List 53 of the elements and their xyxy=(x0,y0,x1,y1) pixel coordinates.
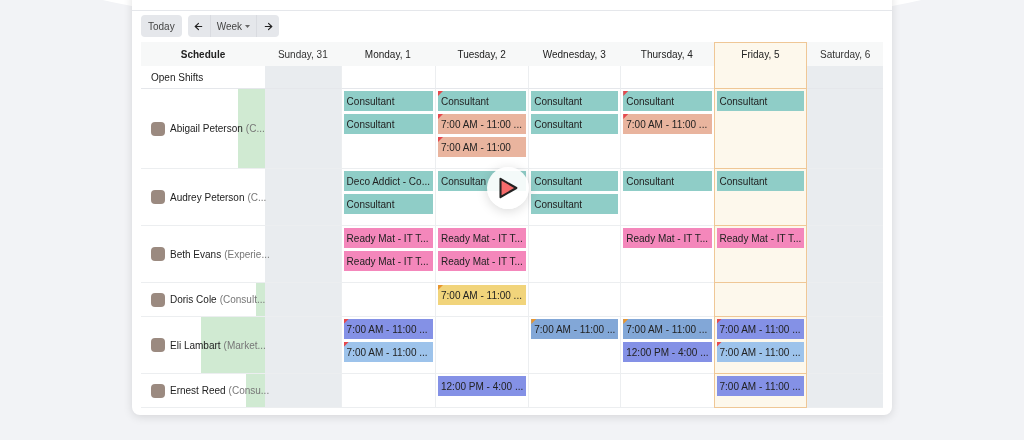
employee-role: (Consu... xyxy=(228,384,270,398)
employee-name: Beth Evans xyxy=(170,247,222,262)
shift-block[interactable]: 7:00 AM - 11:00 ... xyxy=(716,319,805,339)
shift-block[interactable]: Consultant xyxy=(343,194,433,214)
column-header: Schedule xyxy=(141,42,265,66)
shift-block[interactable]: 7:00 AM - 11:00 ... xyxy=(438,114,527,134)
shift-block[interactable]: 7:00 AM - 11:00 ... xyxy=(716,376,805,396)
shift-block[interactable]: Consultant xyxy=(531,194,619,214)
column-header: Monday, 1 xyxy=(340,42,435,66)
shift-block[interactable]: Ready Mat - IT T... xyxy=(343,251,433,271)
shift-block[interactable]: 7:00 AM - 11:00 ... xyxy=(343,342,433,362)
shift-block[interactable]: 12:00 PM - 4:00 ... xyxy=(438,376,527,396)
shift-block[interactable]: 7:00 AM - 11:00 xyxy=(438,137,527,157)
shift-block[interactable]: Consultant xyxy=(343,114,433,134)
shift-block[interactable]: Ready Mat - IT T... xyxy=(438,251,527,271)
shift-block[interactable]: Consultant xyxy=(623,171,712,191)
shift-block[interactable]: 7:00 AM - 11:00 ... xyxy=(438,285,527,305)
shift-block[interactable]: Consultant xyxy=(716,91,805,111)
column-header: Thursday, 4 xyxy=(620,42,714,66)
employee-name: Audrey Peterson xyxy=(170,190,245,205)
shift-block[interactable]: Ready Mat - IT T... xyxy=(623,228,712,248)
shift-block[interactable]: Ready Mat - IT T... xyxy=(343,228,433,248)
shift-block[interactable]: Consultant xyxy=(343,91,433,111)
shift-block[interactable]: 7:00 AM - 11:00 ... xyxy=(623,114,712,134)
shift-block[interactable]: 12:00 PM - 4:00 ... xyxy=(623,342,712,362)
employee-role: (Consult... xyxy=(219,293,266,307)
shift-block[interactable]: Consultant xyxy=(531,114,619,134)
column-header: Saturday, 6 xyxy=(807,42,883,66)
employee-name: Doris Cole xyxy=(170,293,217,307)
shift-block[interactable]: Consultant xyxy=(531,91,619,111)
column-header: Tuesday, 2 xyxy=(435,42,529,66)
employee-role: (C... xyxy=(247,190,267,205)
shift-block[interactable]: Consultant xyxy=(716,171,805,191)
today-button[interactable]: Today xyxy=(141,15,182,37)
shift-block[interactable]: 7:00 AM - 11:00 ... xyxy=(343,319,433,339)
shift-block[interactable]: Consultant xyxy=(438,91,527,111)
shift-block[interactable]: 7:00 AM - 11:00 ... xyxy=(623,319,712,339)
shift-block[interactable]: Consultant xyxy=(531,171,619,191)
column-header: Sunday, 31 xyxy=(265,42,341,66)
shift-block[interactable]: Ready Mat - IT T... xyxy=(716,228,805,248)
shift-block[interactable]: Consultant xyxy=(623,91,712,111)
employee-name: Ernest Reed xyxy=(170,384,226,398)
column-header: Friday, 5 xyxy=(713,42,808,66)
shift-block[interactable]: Deco Addict - Co... xyxy=(343,171,433,191)
shift-block[interactable]: Ready Mat - IT T... xyxy=(438,228,527,248)
column-header: Wednesday, 3 xyxy=(528,42,621,66)
employee-name: Eli Lambart xyxy=(170,338,221,353)
shift-block[interactable]: 7:00 AM - 11:00 ... xyxy=(531,319,619,339)
employee-name: Abigail Peterson xyxy=(170,122,243,136)
shift-block[interactable]: 7:00 AM - 11:00 ... xyxy=(716,342,805,362)
employee-role: (C... xyxy=(245,122,265,136)
employee-role: (Market... xyxy=(223,338,266,353)
employee-role: (Experie... xyxy=(224,247,270,262)
